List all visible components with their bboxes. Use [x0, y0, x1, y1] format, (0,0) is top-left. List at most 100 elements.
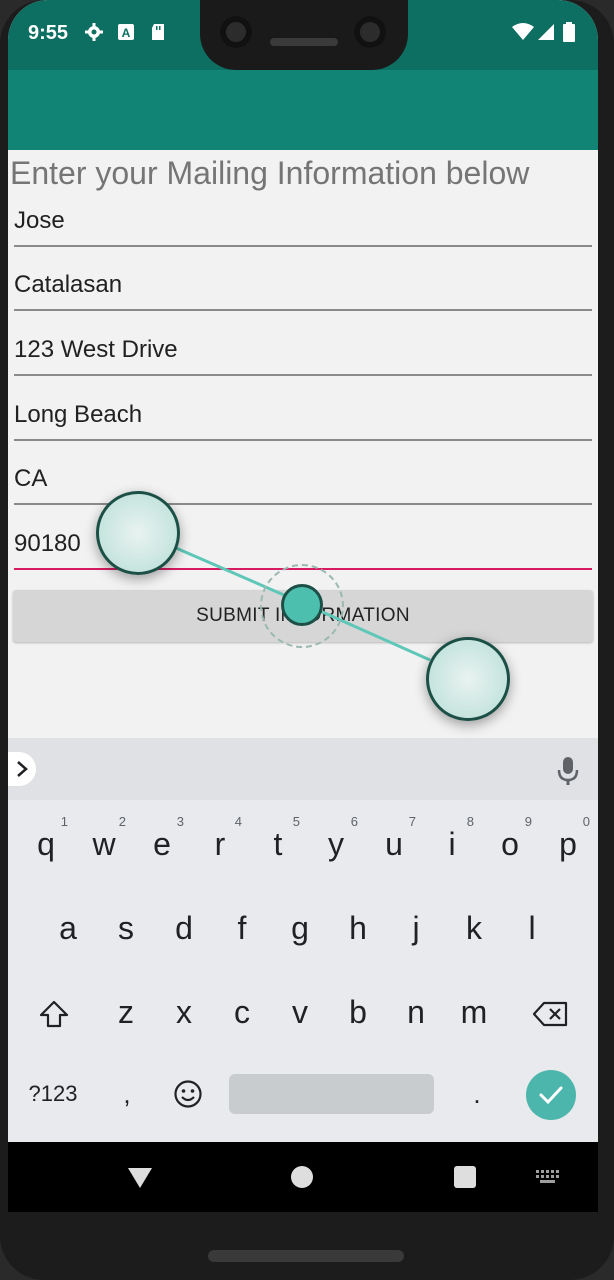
last-name-value: Catalasan: [14, 271, 123, 298]
first-name-field[interactable]: Jose: [14, 207, 592, 247]
device-frame: 9:55 A Enter your Mailing Information be…: [0, 0, 614, 1280]
front-camera-right: [354, 16, 386, 48]
key-hint: 2: [118, 814, 126, 829]
key-i[interactable]: i 8: [430, 814, 474, 868]
field-underline: [14, 245, 592, 247]
sd-card-icon: [152, 24, 164, 40]
front-camera-left: [220, 16, 252, 48]
key-y[interactable]: y 6: [314, 814, 358, 868]
wifi-icon: [512, 23, 534, 40]
key-label: u: [385, 825, 403, 862]
symbols-key[interactable]: ?123: [18, 1072, 88, 1116]
mic-icon[interactable]: [556, 756, 580, 786]
recents-icon[interactable]: [454, 1166, 476, 1188]
key-label: e: [153, 825, 171, 862]
gear-icon: [85, 23, 103, 41]
shift-icon: [39, 1000, 69, 1028]
key-v[interactable]: v: [278, 988, 322, 1036]
key-label: w: [92, 825, 116, 862]
chevron-right-icon[interactable]: [8, 752, 36, 786]
key-a[interactable]: a: [46, 904, 90, 952]
key-w[interactable]: w 2: [82, 814, 126, 868]
key-t[interactable]: t 5: [256, 814, 300, 868]
key-g[interactable]: g: [278, 904, 322, 952]
key-d[interactable]: d: [162, 904, 206, 952]
key-c[interactable]: c: [220, 988, 264, 1036]
key-l[interactable]: l: [510, 904, 554, 952]
key-u[interactable]: u 7: [372, 814, 416, 868]
state-value: CA: [14, 465, 48, 492]
space-bar[interactable]: [229, 1074, 434, 1114]
backspace-key[interactable]: [526, 990, 576, 1038]
key-hint: 7: [408, 814, 416, 829]
check-icon: [539, 1086, 563, 1105]
suggestion-strip: [8, 738, 598, 800]
touch-point-center: [281, 584, 323, 626]
key-m[interactable]: m: [452, 988, 496, 1036]
touch-point-end: [426, 637, 510, 721]
city-field[interactable]: Long Beach: [14, 401, 592, 441]
key-h[interactable]: h: [336, 904, 380, 952]
field-underline: [14, 439, 592, 441]
key-k[interactable]: k: [452, 904, 496, 952]
street-address-value: 123 West Drive: [14, 336, 178, 363]
key-hint: 5: [292, 814, 300, 829]
field-underline: [14, 374, 592, 376]
back-icon[interactable]: [128, 1168, 152, 1188]
key-j[interactable]: j: [394, 904, 438, 952]
zip-code-value: 90180: [14, 530, 81, 557]
last-name-field[interactable]: Catalasan: [14, 271, 592, 311]
first-name-value: Jose: [14, 207, 65, 234]
comma-key[interactable]: ,: [112, 1072, 142, 1116]
key-label: r: [214, 825, 226, 862]
screen: 9:55 A Enter your Mailing Information be…: [8, 0, 598, 1212]
city-value: Long Beach: [14, 401, 143, 428]
keyboard-switch-icon[interactable]: [536, 1170, 560, 1184]
key-z[interactable]: z: [104, 988, 148, 1036]
state-field[interactable]: CA: [14, 465, 592, 505]
key-label: y: [328, 825, 344, 862]
key-p[interactable]: p 0: [546, 814, 590, 868]
key-label: t: [273, 825, 283, 862]
key-label: o: [501, 825, 519, 862]
key-q[interactable]: q 1: [24, 814, 68, 868]
bottom-speaker-grille: [208, 1250, 404, 1262]
key-hint: 1: [60, 814, 68, 829]
key-hint: 0: [582, 814, 590, 829]
navigation-bar: [8, 1142, 598, 1212]
emoji-key[interactable]: [166, 1072, 210, 1116]
period-key[interactable]: .: [462, 1072, 492, 1116]
key-b[interactable]: b: [336, 988, 380, 1036]
key-label: p: [559, 825, 577, 862]
key-label: q: [37, 825, 55, 862]
font-a-icon: A: [118, 24, 134, 40]
key-x[interactable]: x: [162, 988, 206, 1036]
svg-text:A: A: [122, 26, 131, 40]
key-hint: 8: [466, 814, 474, 829]
touch-point-start: [96, 491, 180, 575]
key-hint: 3: [176, 814, 184, 829]
app-bar: [8, 70, 598, 150]
field-underline: [14, 503, 592, 505]
key-r[interactable]: r 4: [198, 814, 242, 868]
home-icon[interactable]: [291, 1166, 313, 1188]
enter-key[interactable]: [526, 1070, 576, 1120]
key-n[interactable]: n: [394, 988, 438, 1036]
emoji-icon: [174, 1080, 202, 1108]
key-o[interactable]: o 9: [488, 814, 532, 868]
soft-keyboard: q 1 w 2 e 3 r 4 t 5 y 6 u 7 i 8 o 9 p 0 …: [8, 738, 598, 1142]
key-label: i: [448, 825, 456, 862]
status-time: 9:55: [28, 22, 69, 44]
shift-key[interactable]: [32, 990, 76, 1038]
earpiece-speaker: [270, 38, 338, 46]
key-hint: 9: [524, 814, 532, 829]
key-f[interactable]: f: [220, 904, 264, 952]
battery-icon: [563, 22, 575, 42]
field-underline: [14, 309, 592, 311]
key-e[interactable]: e 3: [140, 814, 184, 868]
signal-icon: [538, 24, 554, 40]
key-s[interactable]: s: [104, 904, 148, 952]
street-address-field[interactable]: 123 West Drive: [14, 336, 592, 376]
key-hint: 4: [234, 814, 242, 829]
form-heading: Enter your Mailing Information below: [10, 155, 530, 191]
